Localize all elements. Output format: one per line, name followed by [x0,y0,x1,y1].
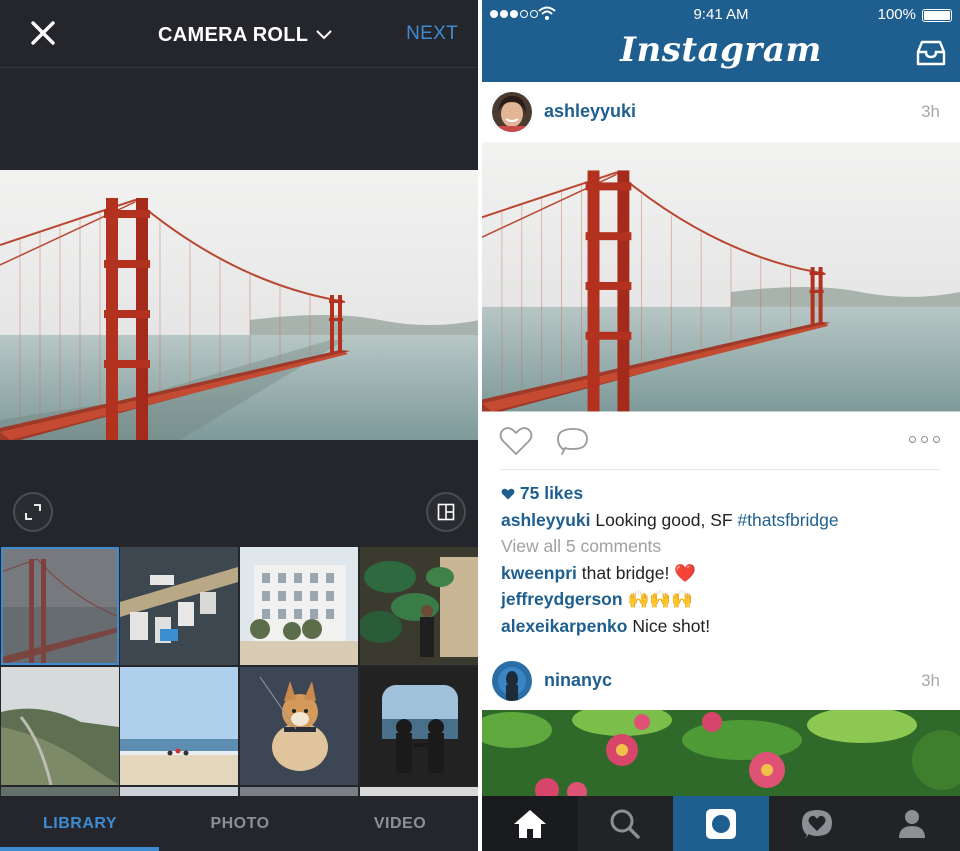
tab-library[interactable]: LIBRARY [0,796,160,851]
camera-topbar: CAMERA ROLL NEXT [0,0,480,68]
nav-activity[interactable] [769,796,865,851]
camera-roll-selector[interactable]: CAMERA ROLL [158,22,333,48]
post-header: ninanyc 3h [482,651,960,711]
likes-count[interactable]: 75 likes [520,483,583,503]
heart-icon [501,488,515,500]
caption: ashleyyuki Looking good, SF #thatsfbridg… [501,507,951,534]
more-options-button[interactable] [909,436,940,443]
photo-thumbnail[interactable] [120,667,238,785]
likes-row: 75 likes [501,480,951,507]
inbox-button[interactable] [916,40,946,66]
post-username[interactable]: ashleyyuki [544,101,636,122]
layout-button[interactable] [426,492,466,532]
coast-thumbnail [1,667,119,785]
nav-search[interactable] [578,796,674,851]
comment: jeffreydgerson 🙌🙌🙌 [501,586,951,613]
comment-text: Nice shot! [632,615,711,636]
beach-thumbnail [120,667,238,785]
bottom-nav [482,796,960,851]
camera-roll-screen: CAMERA ROLL NEXT LIBRARY PHOTO VIDEO [0,0,480,851]
comment-username[interactable]: jeffreydgerson [501,589,623,609]
plants-thumbnail [360,547,478,665]
photo-thumbnail[interactable] [240,667,358,785]
post-header: ashleyyuki 3h [482,82,960,142]
close-icon [31,21,55,45]
battery-icon [922,9,952,22]
comment-button[interactable] [556,426,590,461]
comment-icon [557,428,588,455]
post-photo[interactable] [482,142,960,412]
inbox-icon [916,40,946,66]
nav-camera[interactable] [673,796,769,851]
hashtag-link[interactable]: #thatsfbridge [737,510,838,530]
comment-username[interactable]: alexeikarpenko [501,616,627,636]
comment-text: 🙌🙌🙌 [627,589,693,609]
photo-thumbnail[interactable] [360,547,478,665]
expand-button[interactable] [13,492,53,532]
instagram-feed-screen: 9:41 AM 100% Instagram ashleyyuki 3h 75 … [482,0,960,851]
bridge-photo [482,142,960,412]
home-icon [513,809,546,838]
next-button[interactable]: NEXT [406,23,458,45]
active-tab-indicator [0,847,159,851]
like-button[interactable] [499,426,533,461]
photo-thumbnail[interactable] [1,547,119,665]
nav-profile[interactable] [864,796,960,851]
photo-thumbnail[interactable] [1,667,119,785]
photo-thumbnail[interactable] [240,547,358,665]
post-timestamp: 3h [921,102,940,121]
avatar[interactable] [492,661,532,701]
camera-roll-title: CAMERA ROLL [158,23,309,46]
comment-text: that bridge! ❤️ [581,562,696,583]
photo-thumbnail[interactable] [120,547,238,665]
divider [500,469,940,470]
tab-video[interactable]: VIDEO [320,796,480,851]
search-icon [610,809,641,839]
tab-photo[interactable]: PHOTO [160,796,320,851]
photo-thumbnail[interactable] [360,667,478,785]
post-photo[interactable] [482,710,960,800]
view-all-comments-link[interactable]: View all 5 comments [501,533,951,560]
more-icon [909,436,916,443]
instagram-logo: Instagram [620,30,822,70]
comment: kweenpri that bridge! ❤️ [501,560,951,587]
photo-grid [0,546,480,798]
chevron-down-icon [316,30,333,40]
avatar[interactable] [492,92,532,132]
heart-icon [499,427,533,455]
battery-percent: 100% [877,6,916,23]
camera-mode-tabs: LIBRARY PHOTO VIDEO [0,796,480,851]
flowers-photo [482,710,960,800]
post-actions [482,412,960,470]
building-thumbnail [240,547,358,665]
comment: alexeikarpenko Nice shot! [501,613,951,640]
camera-icon [705,808,736,839]
feed-header: 9:41 AM 100% Instagram [482,0,960,82]
post-timestamp: 3h [921,671,940,690]
caption-text: Looking good, SF [595,509,738,530]
bridge-photo [0,170,480,440]
activity-icon [801,809,832,839]
caption-username[interactable]: ashleyyuki [501,510,591,530]
profile-icon [899,809,926,838]
expand-icon [25,504,41,520]
marina-thumbnail [120,547,238,665]
dog-thumbnail [240,667,358,785]
window-thumbnail [360,667,478,785]
status-bar: 9:41 AM 100% [482,4,960,26]
comment-username[interactable]: kweenpri [501,563,577,583]
nav-home[interactable] [482,796,578,851]
bridge-thumbnail [1,547,119,665]
selected-photo-preview[interactable] [0,170,480,440]
post-details: 75 likes ashleyyuki Looking good, SF #th… [501,480,951,639]
post-username[interactable]: ninanyc [544,670,612,691]
close-button[interactable] [24,14,62,52]
layout-icon [437,503,455,521]
